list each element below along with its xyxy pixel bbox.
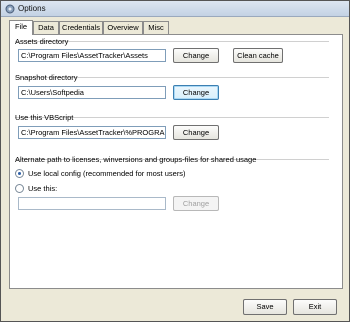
tab-file[interactable]: File xyxy=(9,20,33,35)
snapshot-label: Snapshot directory xyxy=(15,73,78,82)
alternate-path-field[interactable] xyxy=(18,197,166,210)
tab-credentials[interactable]: Credentials xyxy=(59,21,103,34)
tab-misc[interactable]: Misc xyxy=(143,21,169,34)
app-gear-icon xyxy=(5,4,15,14)
alternate-change-button[interactable]: Change xyxy=(173,196,219,211)
alternate-path-label: Alternate path to licenses, winversions … xyxy=(15,155,257,164)
save-button[interactable]: Save xyxy=(243,299,287,315)
clean-cache-button[interactable]: Clean cache xyxy=(233,48,283,63)
exit-button[interactable]: Exit xyxy=(293,299,337,315)
assets-label: Assets directory xyxy=(15,37,69,46)
snapshot-change-button[interactable]: Change xyxy=(173,85,219,100)
window-title: Options xyxy=(18,4,46,13)
snapshot-path-field[interactable]: C:\Users\Softpedia xyxy=(18,86,166,99)
use-this-label: Use this: xyxy=(28,184,58,193)
vbscript-change-button[interactable]: Change xyxy=(173,125,219,140)
use-local-config-label: Use local config (recommended for most u… xyxy=(28,169,186,178)
use-this-radio[interactable] xyxy=(15,184,24,193)
file-tab-panel: Assets directory C:\Program Files\AssetT… xyxy=(9,34,343,289)
assets-change-button[interactable]: Change xyxy=(173,48,219,63)
assets-path-field[interactable]: C:\Program Files\AssetTracker\Assets xyxy=(18,49,166,62)
tab-data[interactable]: Data xyxy=(33,21,59,34)
use-local-config-radio[interactable] xyxy=(15,169,24,178)
vbscript-path-field[interactable]: C:\Program Files\AssetTracker\%PROGRAMFI… xyxy=(18,126,166,139)
vbscript-label: Use this VBScript xyxy=(15,113,74,122)
tab-overview[interactable]: Overview xyxy=(103,21,143,34)
options-window: Options File Data Credentials Overview M… xyxy=(0,0,350,322)
title-bar: Options xyxy=(1,1,349,17)
